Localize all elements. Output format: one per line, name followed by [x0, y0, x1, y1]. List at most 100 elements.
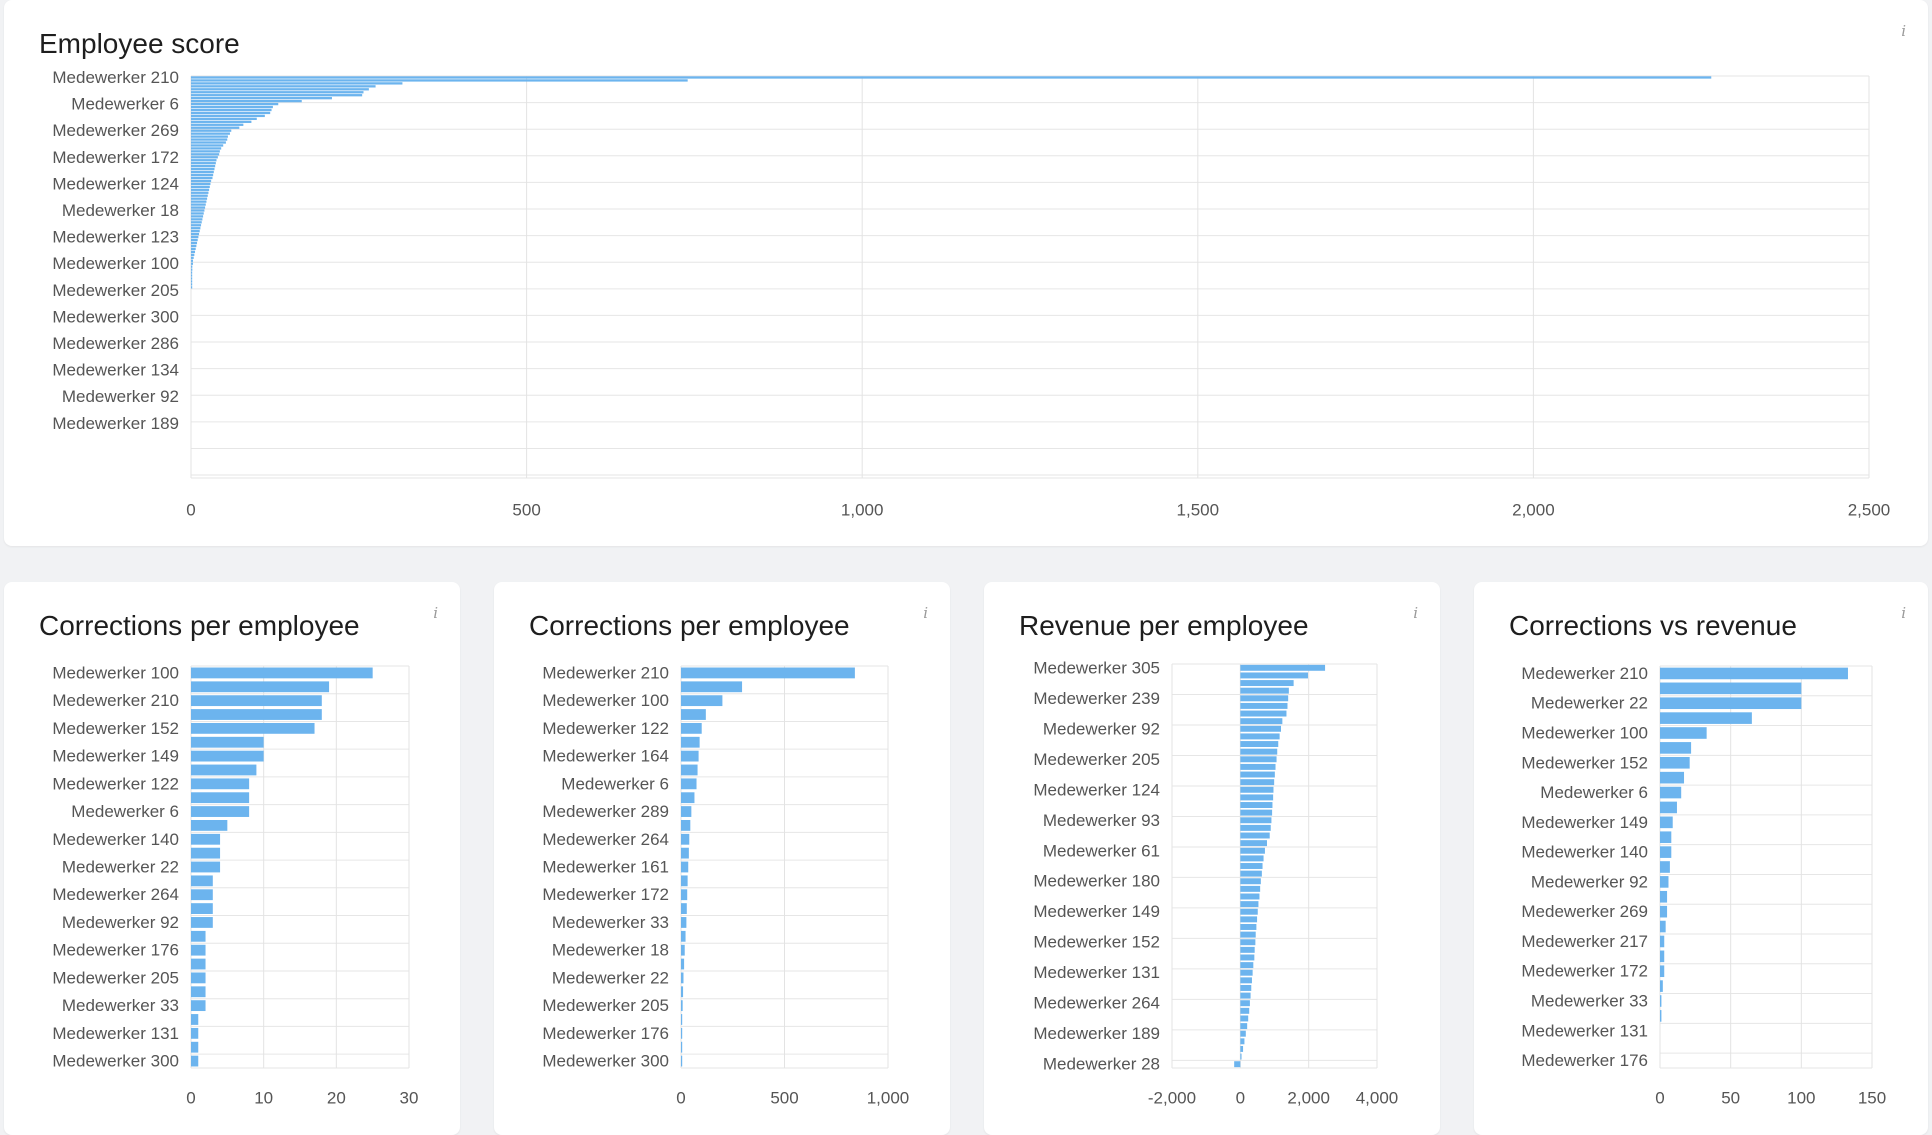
- bar[interactable]: [191, 150, 220, 153]
- bar[interactable]: [191, 221, 202, 224]
- bar[interactable]: [191, 82, 403, 85]
- bar[interactable]: [191, 79, 688, 82]
- bar[interactable]: [1240, 893, 1260, 900]
- bar[interactable]: [1240, 672, 1308, 679]
- bar[interactable]: [191, 247, 196, 251]
- bar[interactable]: [191, 792, 250, 804]
- bar[interactable]: [681, 1014, 683, 1025]
- bar[interactable]: [191, 147, 222, 150]
- bar[interactable]: [191, 847, 221, 859]
- bar[interactable]: [191, 182, 211, 186]
- bar[interactable]: [1240, 962, 1254, 969]
- bar[interactable]: [191, 930, 206, 942]
- bar[interactable]: [191, 129, 232, 132]
- bar[interactable]: [1660, 995, 1662, 1007]
- bar[interactable]: [681, 889, 688, 901]
- bar[interactable]: [191, 197, 208, 200]
- bar[interactable]: [191, 889, 213, 901]
- bar[interactable]: [191, 286, 193, 289]
- bar[interactable]: [1660, 786, 1682, 799]
- bar[interactable]: [1240, 916, 1258, 923]
- bar[interactable]: [1240, 741, 1279, 748]
- bar[interactable]: [191, 167, 215, 171]
- bar[interactable]: [191, 188, 210, 191]
- bar[interactable]: [1240, 863, 1263, 869]
- bar[interactable]: [191, 185, 210, 188]
- bar[interactable]: [1240, 870, 1262, 877]
- bar[interactable]: [191, 268, 193, 271]
- bar[interactable]: [1660, 816, 1673, 829]
- bar[interactable]: [681, 847, 689, 859]
- bar[interactable]: [191, 117, 257, 121]
- bar[interactable]: [1240, 832, 1270, 839]
- bar[interactable]: [1660, 756, 1690, 769]
- bar[interactable]: [191, 250, 196, 254]
- bar[interactable]: [681, 1027, 683, 1039]
- bar[interactable]: [1240, 695, 1289, 702]
- bar[interactable]: [681, 764, 698, 776]
- bar[interactable]: [681, 1055, 683, 1067]
- bar[interactable]: [1240, 809, 1273, 816]
- bar[interactable]: [191, 194, 208, 197]
- bar[interactable]: [191, 944, 206, 956]
- bar[interactable]: [681, 861, 689, 873]
- bar[interactable]: [1240, 885, 1261, 892]
- bar[interactable]: [1240, 1015, 1249, 1022]
- bar[interactable]: [191, 76, 1712, 79]
- bar[interactable]: [191, 138, 228, 141]
- bar[interactable]: [191, 241, 198, 245]
- bar[interactable]: [681, 1000, 683, 1012]
- bar[interactable]: [1240, 901, 1259, 908]
- bar[interactable]: [191, 126, 240, 129]
- bar[interactable]: [191, 153, 220, 156]
- bar[interactable]: [681, 695, 723, 707]
- bar[interactable]: [1240, 855, 1264, 862]
- bar[interactable]: [1240, 794, 1274, 801]
- bar[interactable]: [1240, 763, 1276, 770]
- bar[interactable]: [191, 102, 279, 106]
- bar[interactable]: [1240, 725, 1281, 732]
- bar[interactable]: [191, 271, 193, 274]
- bar[interactable]: [191, 108, 272, 112]
- bar[interactable]: [1240, 1000, 1250, 1007]
- bar[interactable]: [1660, 697, 1802, 710]
- bar[interactable]: [681, 930, 686, 942]
- bar[interactable]: [1240, 1045, 1244, 1052]
- bar[interactable]: [191, 277, 193, 280]
- bar[interactable]: [1240, 954, 1255, 961]
- bar[interactable]: [1240, 748, 1278, 755]
- bar[interactable]: [681, 875, 688, 887]
- bar[interactable]: [1660, 682, 1802, 695]
- bar[interactable]: [191, 1041, 199, 1053]
- bar[interactable]: [191, 132, 230, 135]
- bar[interactable]: [191, 141, 226, 144]
- bar[interactable]: [191, 861, 221, 873]
- bar[interactable]: [1660, 742, 1692, 754]
- bar[interactable]: [191, 1000, 206, 1012]
- bar[interactable]: [191, 99, 302, 103]
- bar[interactable]: [1240, 878, 1261, 885]
- bar[interactable]: [191, 176, 213, 180]
- bar[interactable]: [191, 179, 212, 183]
- bar[interactable]: [1234, 1061, 1241, 1068]
- bar[interactable]: [191, 667, 373, 679]
- bar[interactable]: [1240, 733, 1280, 740]
- bar[interactable]: [681, 833, 690, 845]
- bar[interactable]: [191, 750, 264, 762]
- bar[interactable]: [191, 764, 257, 776]
- bar[interactable]: [1240, 840, 1267, 847]
- bar[interactable]: [681, 903, 687, 914]
- bar[interactable]: [1240, 992, 1251, 999]
- bar[interactable]: [191, 1027, 199, 1039]
- bar[interactable]: [1660, 667, 1848, 680]
- bar[interactable]: [191, 1055, 199, 1067]
- bar[interactable]: [1660, 876, 1669, 888]
- bar[interactable]: [1660, 935, 1665, 948]
- bar[interactable]: [1240, 908, 1258, 915]
- bar[interactable]: [191, 695, 322, 707]
- bar[interactable]: [1660, 771, 1685, 784]
- bar[interactable]: [191, 114, 265, 118]
- bar[interactable]: [681, 958, 685, 970]
- bar[interactable]: [681, 1041, 683, 1053]
- bar[interactable]: [1240, 687, 1289, 694]
